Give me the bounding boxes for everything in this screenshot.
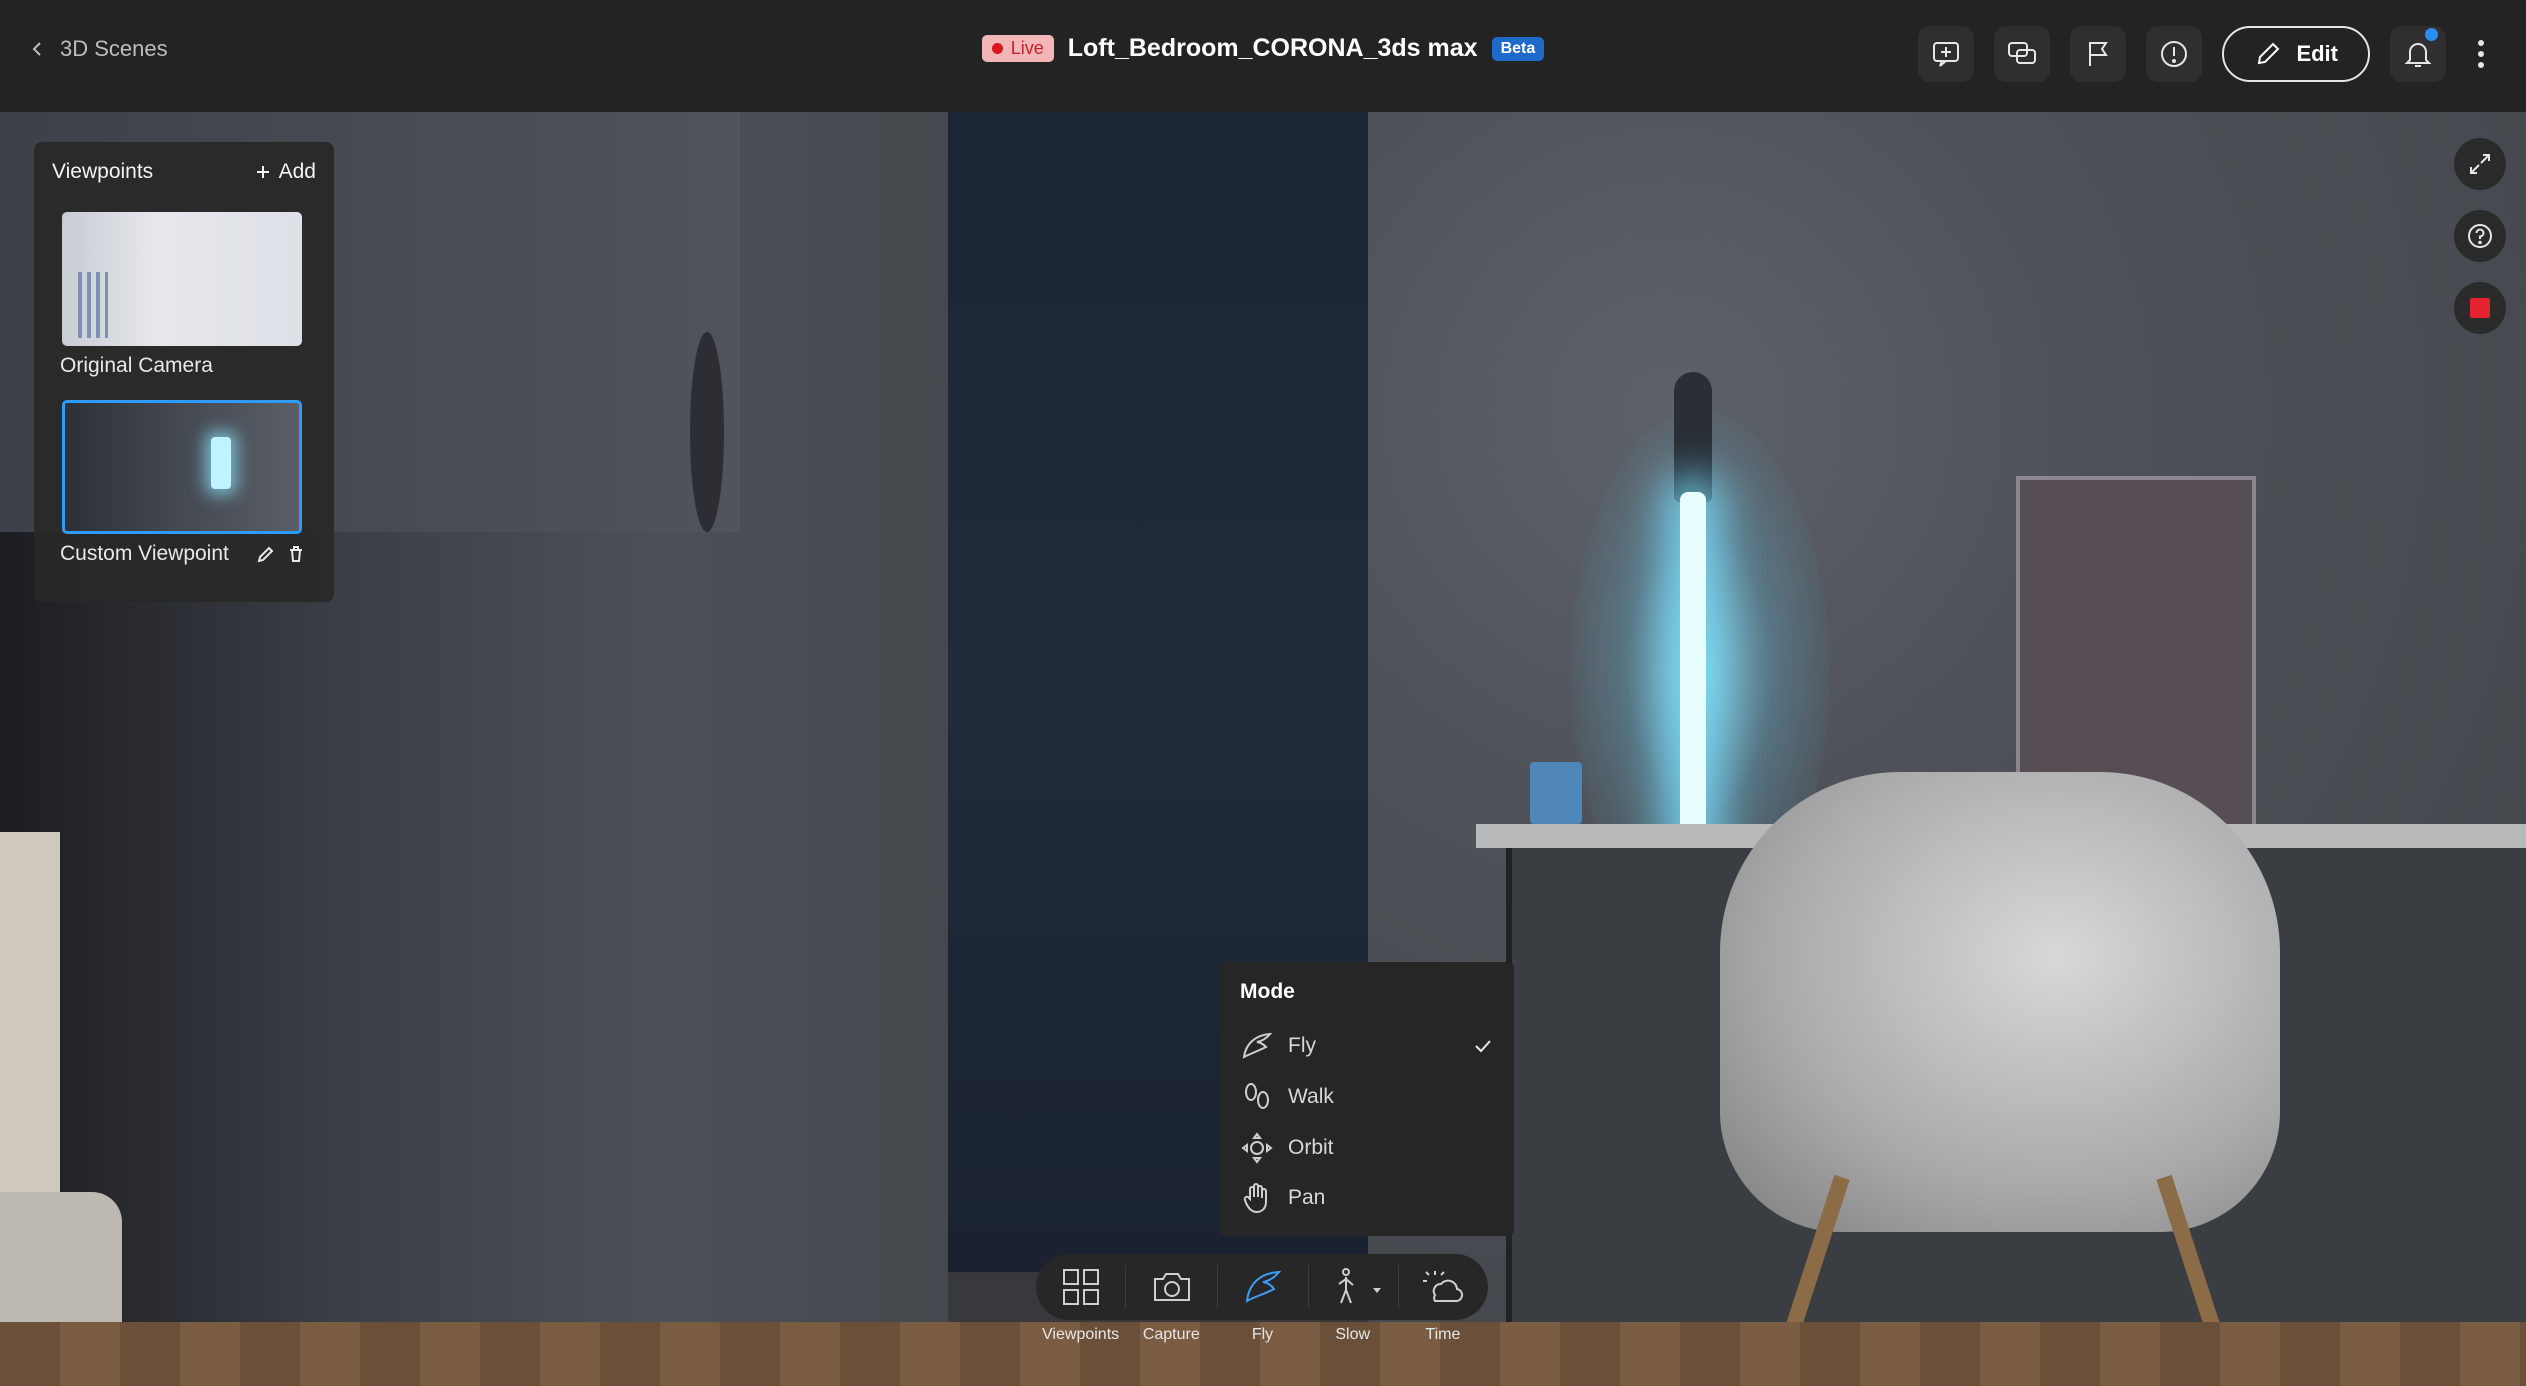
add-comment-button[interactable] bbox=[1918, 26, 1975, 82]
toolbar-capture-button[interactable] bbox=[1126, 1254, 1217, 1320]
side-tools bbox=[2454, 138, 2506, 334]
wing-icon bbox=[1245, 1270, 1282, 1303]
scene-lamp-rocket bbox=[1674, 372, 1712, 502]
footprints-icon bbox=[1245, 1083, 1269, 1109]
toolbar-label-slow: Slow bbox=[1335, 1326, 1371, 1343]
kebab-icon bbox=[2478, 40, 2484, 68]
hand-icon bbox=[1243, 1183, 1267, 1214]
check-icon bbox=[1475, 1040, 1491, 1053]
thumbnail-lamp-glow bbox=[211, 437, 231, 489]
scene-chair bbox=[1720, 772, 2280, 1232]
comments-button[interactable] bbox=[1994, 26, 2051, 82]
alert-icon bbox=[2161, 41, 2188, 67]
camera-icon bbox=[1153, 1273, 1190, 1301]
toolbar-label-viewpoints: Viewpoints bbox=[1042, 1326, 1120, 1343]
toolbar-time-button[interactable] bbox=[1399, 1254, 1488, 1320]
help-icon bbox=[2468, 224, 2492, 248]
notifications-button[interactable] bbox=[2390, 26, 2446, 82]
toolbar-labels: Viewpoints Capture Fly Slow Time bbox=[1036, 1326, 1488, 1344]
grid-icon bbox=[1062, 1269, 1099, 1305]
flag-icon bbox=[2089, 42, 2109, 66]
mode-item-orbit[interactable]: Orbit bbox=[1240, 1128, 1494, 1168]
bell-icon bbox=[2404, 43, 2432, 67]
edit-button[interactable]: Edit bbox=[2222, 26, 2370, 82]
viewpoints-header: Viewpoints Add bbox=[52, 160, 316, 184]
wing-icon bbox=[1242, 1032, 1273, 1059]
stop-session-button[interactable] bbox=[2454, 282, 2506, 334]
scene-pencil-cup bbox=[1530, 762, 1582, 824]
viewpoint-thumbnail-custom-viewpoint[interactable] bbox=[62, 400, 302, 534]
trash-icon[interactable] bbox=[286, 544, 306, 564]
viewpoints-title: Viewpoints bbox=[52, 160, 154, 183]
mode-item-walk[interactable]: Walk bbox=[1240, 1077, 1494, 1117]
toolbar-speed-button[interactable] bbox=[1309, 1254, 1398, 1320]
mode-label-walk: Walk bbox=[1288, 1085, 1334, 1108]
viewpoint-label-custom-viewpoint: Custom Viewpoint bbox=[60, 542, 229, 565]
toolbar-label-fly: Fly bbox=[1251, 1326, 1274, 1343]
live-dot-icon bbox=[991, 43, 1003, 54]
stop-icon bbox=[2470, 298, 2490, 318]
flag-button[interactable] bbox=[2070, 26, 2127, 82]
top-actions: Edit bbox=[1918, 26, 2496, 82]
mode-item-fly[interactable]: Fly bbox=[1240, 1026, 1494, 1066]
scene-title: Loft_Bedroom_CORONA_3ds max bbox=[1067, 34, 1478, 62]
edit-label: Edit bbox=[2296, 41, 2338, 66]
issues-button[interactable] bbox=[2146, 26, 2203, 82]
plus-icon bbox=[256, 166, 269, 178]
toolbar-label-capture: Capture bbox=[1142, 1326, 1200, 1343]
bottom-toolbar bbox=[1036, 1254, 1488, 1320]
more-options-button[interactable] bbox=[2466, 26, 2496, 82]
pencil-icon bbox=[2258, 42, 2280, 65]
toolbar-viewpoints-button[interactable] bbox=[1036, 1254, 1125, 1320]
thumbnail-window-bars bbox=[78, 272, 108, 338]
viewpoints-panel: Viewpoints Add Original Camera Custom Vi… bbox=[34, 142, 334, 602]
add-comment-icon bbox=[1933, 42, 1960, 67]
mode-label-orbit: Orbit bbox=[1288, 1136, 1334, 1159]
rename-pencil-icon[interactable] bbox=[256, 544, 276, 564]
orbit-icon bbox=[1241, 1132, 1273, 1164]
help-button[interactable] bbox=[2454, 210, 2506, 262]
mode-menu: Mode Fly Walk Orbit Pan bbox=[1220, 962, 1514, 1236]
caret-down-icon bbox=[1372, 1282, 1382, 1293]
beta-badge: Beta bbox=[1491, 36, 1545, 61]
mode-item-pan[interactable]: Pan bbox=[1240, 1178, 1494, 1218]
scene-cabinet-handle bbox=[690, 332, 724, 532]
fullscreen-button[interactable] bbox=[2454, 138, 2506, 190]
toolbar-fly-button[interactable] bbox=[1218, 1254, 1307, 1320]
expand-icon bbox=[2470, 154, 2490, 174]
live-label: Live bbox=[1010, 38, 1044, 58]
weather-sun-cloud-icon bbox=[1423, 1271, 1464, 1303]
add-viewpoint-button[interactable]: Add bbox=[255, 160, 316, 184]
notification-dot bbox=[2425, 28, 2438, 41]
viewpoint-thumbnail-original-camera[interactable] bbox=[62, 212, 302, 346]
toolbar-label-time: Time bbox=[1425, 1326, 1461, 1343]
live-badge: Live bbox=[981, 35, 1054, 62]
comments-icon bbox=[2008, 42, 2037, 64]
viewpoint-label-original-camera: Original Camera bbox=[60, 354, 213, 377]
mode-label-fly: Fly bbox=[1288, 1034, 1316, 1057]
add-viewpoint-label: Add bbox=[278, 160, 316, 183]
top-bar: 3D Scenes Live Loft_Bedroom_CORONA_3ds m… bbox=[0, 0, 2526, 113]
walking-person-icon bbox=[1338, 1268, 1354, 1304]
mode-menu-title: Mode bbox=[1240, 980, 1295, 1003]
viewpoint-tools bbox=[256, 544, 306, 564]
mode-label-pan: Pan bbox=[1288, 1186, 1326, 1209]
